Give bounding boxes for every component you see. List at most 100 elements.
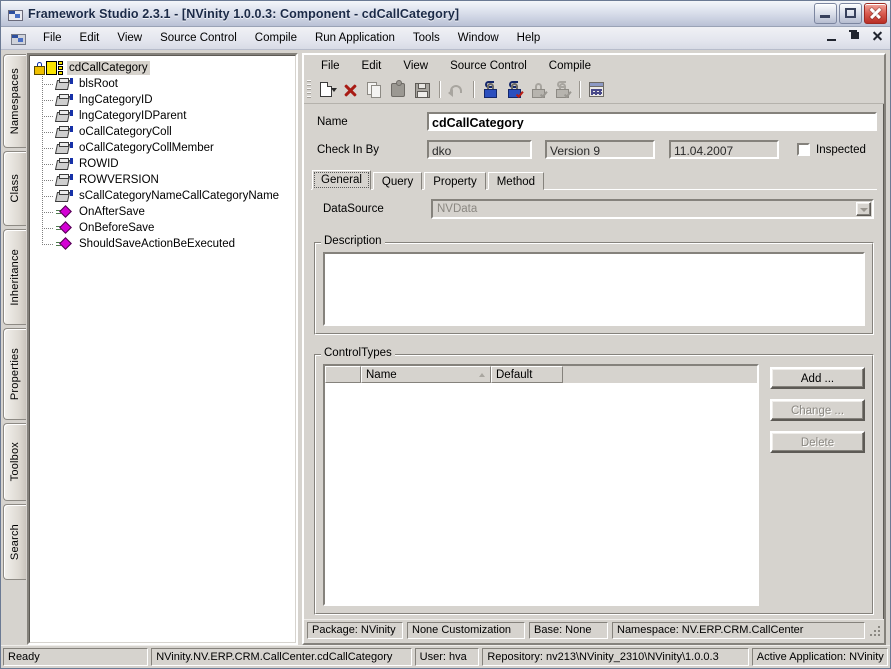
application-status-bar: Ready NVinity.NV.ERP.CRM.CallCenter.cdCa… xyxy=(1,645,890,668)
sidebar-tab-toolbox[interactable]: Toolbox xyxy=(3,423,26,501)
tree-node-label: ShouldSaveActionBeExecuted xyxy=(79,238,235,250)
menu-file[interactable]: File xyxy=(34,29,71,47)
controltypes-group: ControlTypes Name Default Add ... Change… xyxy=(314,347,874,615)
sort-ascending-icon xyxy=(479,373,485,377)
undo-check-out-button[interactable] xyxy=(527,79,550,101)
controltypes-list[interactable]: Name Default xyxy=(323,364,759,606)
tree-node-onaftersave[interactable]: OnAfterSave xyxy=(34,204,295,220)
change-button: Change ... xyxy=(770,399,865,421)
check-out-button[interactable] xyxy=(479,79,502,101)
tree-node-ocallcategorycollmember[interactable]: oCallCategoryCollMember xyxy=(34,140,295,156)
close-button[interactable] xyxy=(864,3,887,24)
datasource-select[interactable]: NVData xyxy=(431,199,874,219)
menu-source-control[interactable]: Source Control xyxy=(151,29,246,47)
property-icon xyxy=(54,173,73,187)
lock-icon xyxy=(34,61,45,75)
tree-node-lngcategoryidparent[interactable]: lngCategoryIDParent xyxy=(34,108,295,124)
tree-node-rowid[interactable]: ROWID xyxy=(34,156,295,172)
component-menu-view[interactable]: View xyxy=(392,58,439,74)
sidebar-tab-inheritance[interactable]: Inheritance xyxy=(3,229,26,325)
save-button[interactable] xyxy=(411,79,434,101)
checkin-date-field: 11.04.2007 xyxy=(669,140,779,159)
component-menu-source-control[interactable]: Source Control xyxy=(439,58,538,74)
tree-node-ocallcategorycoll[interactable]: oCallCategoryColl xyxy=(34,124,295,140)
add-button[interactable]: Add ... xyxy=(770,367,865,389)
puzzle-piece-button[interactable] xyxy=(387,79,410,101)
class-tree-panel[interactable]: cdCallCategory blsRoot lngCategoryID lng… xyxy=(27,53,298,645)
tab-general[interactable]: General xyxy=(312,170,371,190)
menu-window[interactable]: Window xyxy=(449,29,508,47)
tree-node-root[interactable]: cdCallCategory xyxy=(34,60,295,76)
mdi-restore-button[interactable] xyxy=(848,28,861,43)
method-icon xyxy=(56,204,73,219)
component-menu-compile[interactable]: Compile xyxy=(538,58,602,74)
menu-tools[interactable]: Tools xyxy=(404,29,449,47)
menu-help[interactable]: Help xyxy=(508,29,550,47)
column-default[interactable]: Default xyxy=(491,366,563,383)
window-controls xyxy=(814,3,887,24)
sidebar-tab-properties[interactable]: Properties xyxy=(3,328,26,420)
title-bar: Framework Studio 2.3.1 - [NVinity 1.0.0.… xyxy=(1,1,890,27)
description-textarea[interactable] xyxy=(323,252,865,326)
name-input[interactable]: cdCallCategory xyxy=(427,112,877,131)
tree-node-label: lngCategoryID xyxy=(79,94,153,106)
tree-node-rowversion[interactable]: ROWVERSION xyxy=(34,172,295,188)
tree-node-shouldsaveactionbeexecuted[interactable]: ShouldSaveActionBeExecuted xyxy=(34,236,295,252)
tree-node-label: cdCallCategory xyxy=(67,61,150,75)
history-button[interactable] xyxy=(585,79,608,101)
menu-run-application[interactable]: Run Application xyxy=(306,29,404,47)
sidebar-tab-namespaces[interactable]: Namespaces xyxy=(3,54,26,148)
application-icon xyxy=(7,7,23,21)
copy-button[interactable] xyxy=(363,79,386,101)
inspected-checkbox-wrap[interactable]: Inspected xyxy=(797,143,866,156)
status-namespace: Namespace: NV.ERP.CRM.CallCenter xyxy=(612,622,865,639)
tree-node-label: blsRoot xyxy=(79,78,118,90)
tree-node-onbeforesave[interactable]: OnBeforeSave xyxy=(34,220,295,236)
minimize-button[interactable] xyxy=(814,3,837,24)
get-latest-button[interactable] xyxy=(551,79,574,101)
menu-edit[interactable]: Edit xyxy=(71,29,109,47)
description-title: Description xyxy=(321,235,385,247)
sidebar-tab-search[interactable]: Search xyxy=(3,504,26,580)
delete-button[interactable] xyxy=(339,79,362,101)
name-label: Name xyxy=(317,115,348,128)
component-menu-file[interactable]: File xyxy=(310,58,351,74)
inspected-checkbox[interactable] xyxy=(797,143,810,156)
tree-node-label: OnAfterSave xyxy=(79,206,145,218)
class-tree: cdCallCategory blsRoot lngCategoryID lng… xyxy=(30,56,295,252)
new-document-button[interactable] xyxy=(315,79,338,101)
property-icon xyxy=(54,125,73,139)
mdi-document-icon[interactable] xyxy=(11,32,26,45)
mdi-close-button[interactable] xyxy=(871,28,884,43)
undo-button[interactable] xyxy=(445,79,468,101)
resize-grip[interactable] xyxy=(869,624,881,637)
delete-button: Delete xyxy=(770,431,865,453)
tree-node-scallcategoryname[interactable]: sCallCategoryNameCallCategoryName xyxy=(34,188,295,204)
datasource-label: DataSource xyxy=(323,203,384,215)
toolbar-separator xyxy=(439,81,441,98)
sidebar-tab-class[interactable]: Class xyxy=(3,151,26,226)
tree-node-lngcategoryid[interactable]: lngCategoryID xyxy=(34,92,295,108)
toolbar-separator xyxy=(473,81,475,98)
menu-compile[interactable]: Compile xyxy=(246,29,306,47)
check-in-button[interactable] xyxy=(503,79,526,101)
component-menu-bar: File Edit View Source Control Compile xyxy=(304,55,884,76)
tab-query[interactable]: Query xyxy=(372,172,423,190)
main-menu-bar: File Edit View Source Control Compile Ru… xyxy=(1,27,890,50)
tab-method[interactable]: Method xyxy=(487,172,545,190)
chevron-down-icon[interactable] xyxy=(856,202,871,216)
column-blank[interactable] xyxy=(325,366,361,383)
column-name[interactable]: Name xyxy=(361,366,491,383)
property-icon xyxy=(54,77,73,91)
mdi-minimize-button[interactable] xyxy=(825,28,838,43)
app-status-fullname: NVinity.NV.ERP.CRM.CallCenter.cdCallCate… xyxy=(151,648,412,666)
component-editor-window: File Edit View Source Control Compile Na… xyxy=(302,53,886,645)
component-menu-edit[interactable]: Edit xyxy=(351,58,393,74)
tree-node-blsroot[interactable]: blsRoot xyxy=(34,76,295,92)
menu-view[interactable]: View xyxy=(108,29,151,47)
tab-property[interactable]: Property xyxy=(424,172,486,190)
status-customization: None Customization xyxy=(407,622,525,639)
toolbar-grip[interactable] xyxy=(307,80,311,99)
window-title: Framework Studio 2.3.1 - [NVinity 1.0.0.… xyxy=(28,6,460,21)
maximize-button[interactable] xyxy=(839,3,862,24)
